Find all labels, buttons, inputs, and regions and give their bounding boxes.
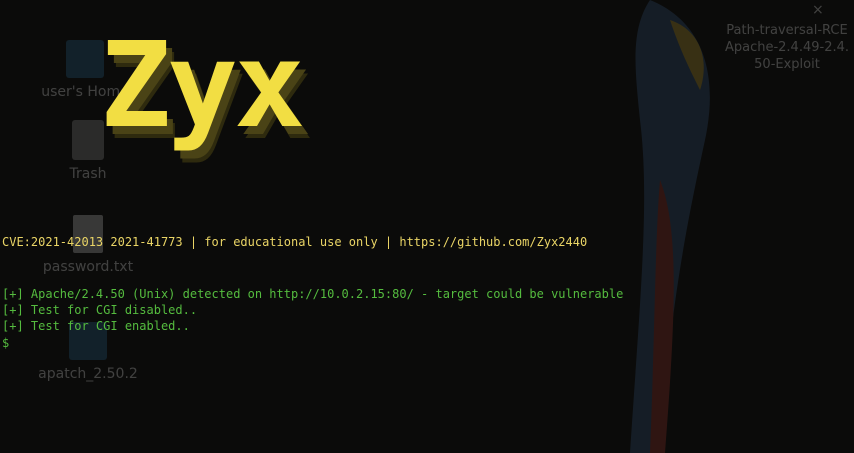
banner-line: CVE:2021-42013 2021-41773 | for educatio…	[2, 235, 588, 249]
output-line: [+] Test for CGI disabled..	[2, 303, 198, 317]
terminal-window[interactable]: Zyx CVE:2021-42013 2021-41773 | for educ…	[0, 0, 854, 453]
output-line: [+] Apache/2.4.50 (Unix) detected on htt…	[2, 287, 624, 301]
output-line: [+] Test for CGI enabled..	[2, 319, 190, 333]
shell-prompt[interactable]: $	[2, 335, 9, 352]
ascii-logo: Zyx	[100, 16, 305, 154]
